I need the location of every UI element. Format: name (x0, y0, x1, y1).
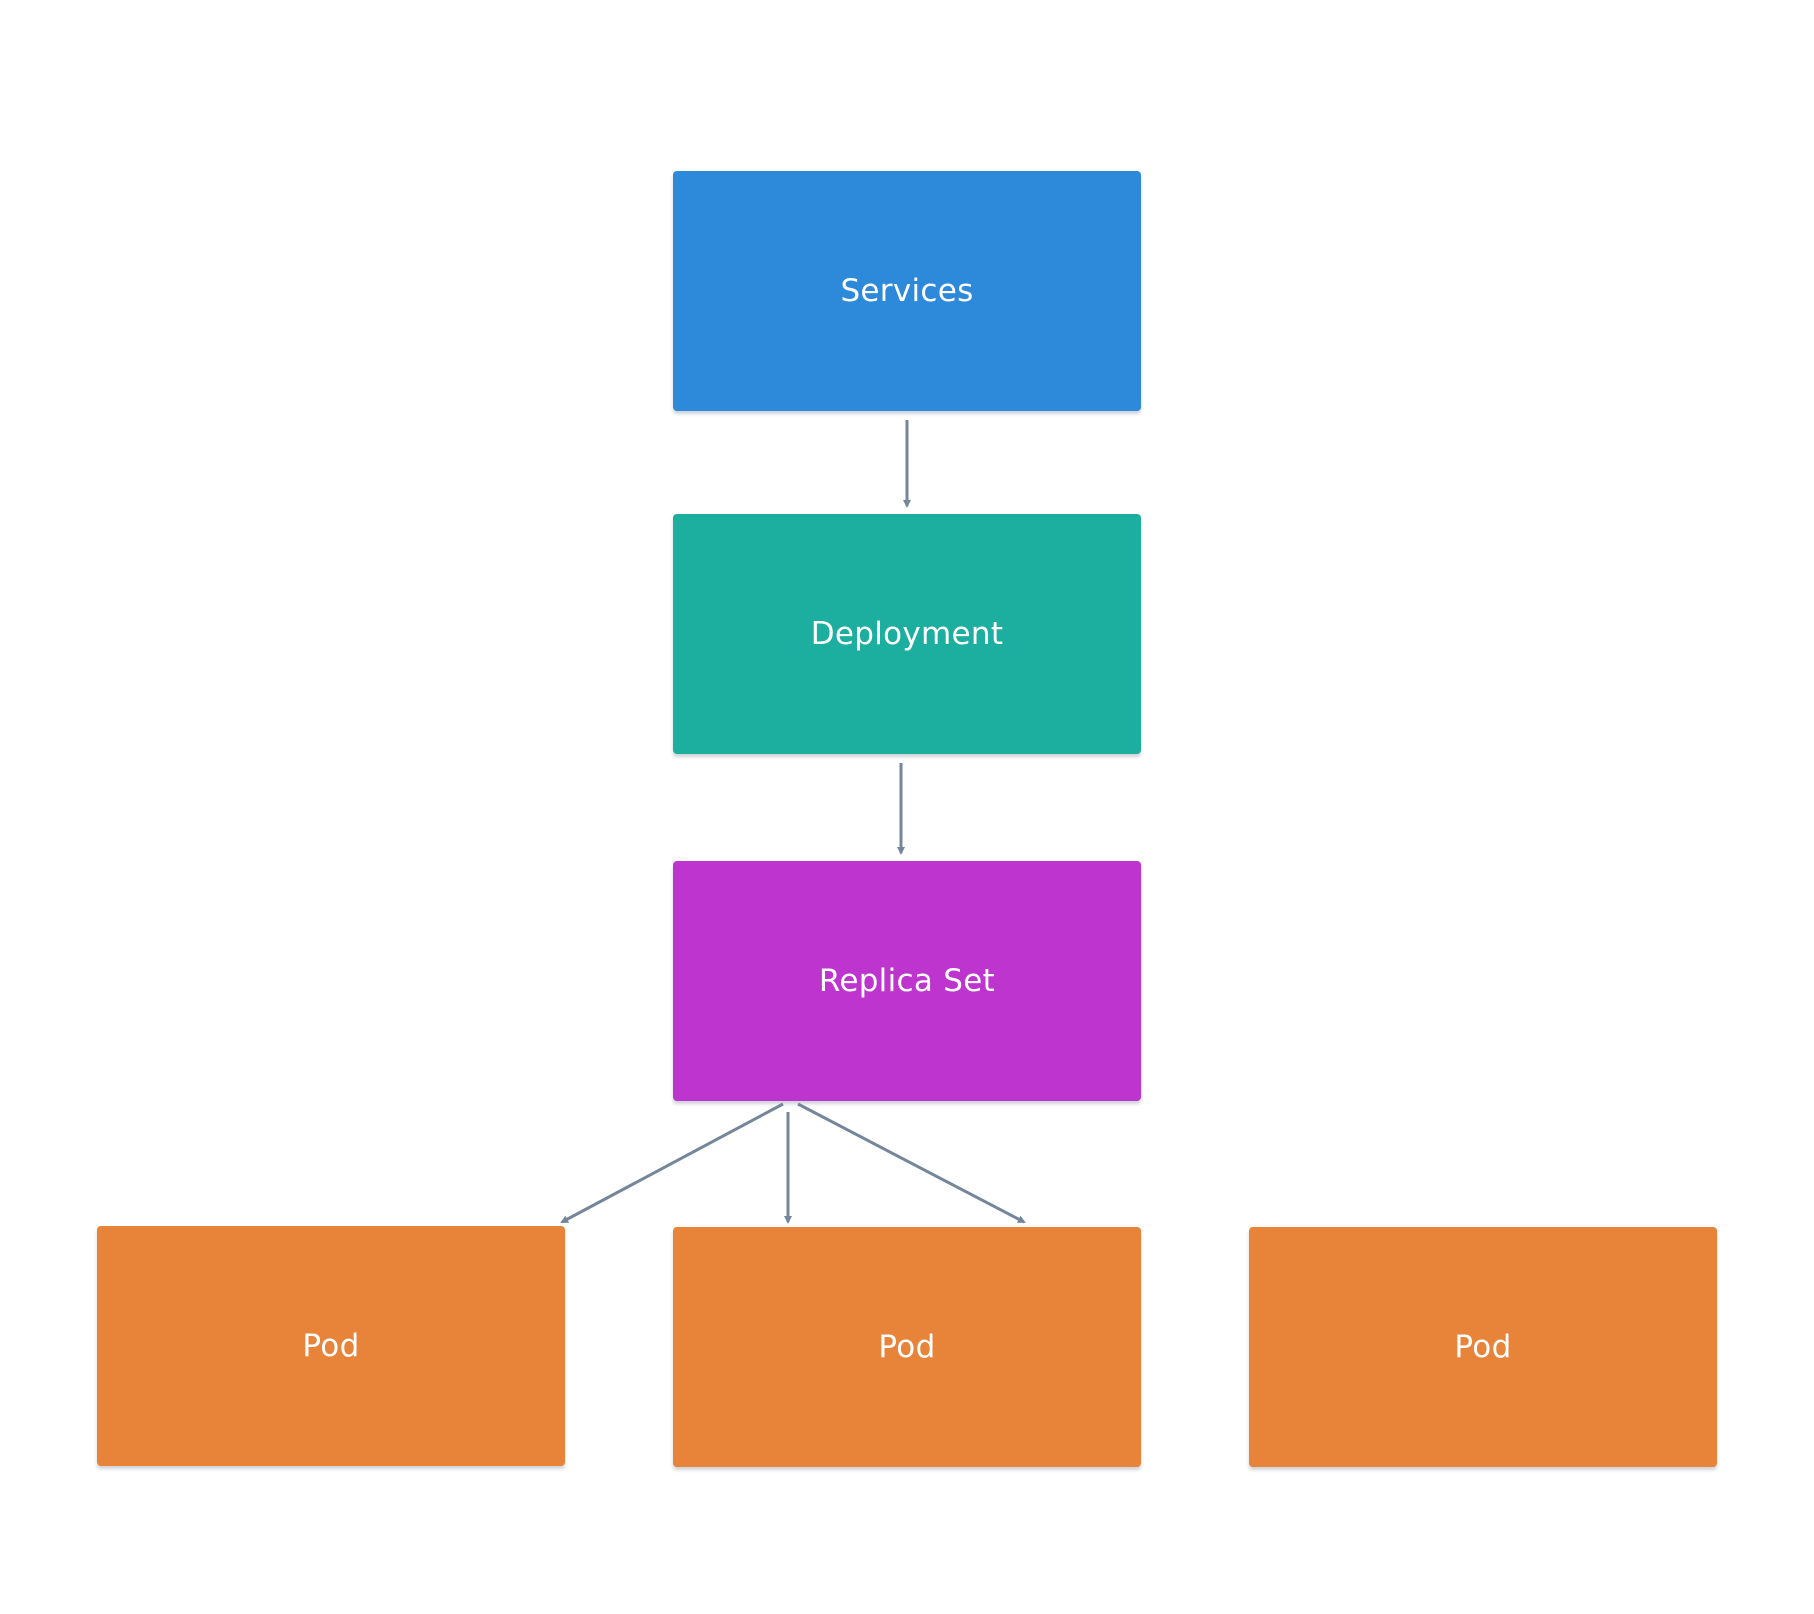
node-pod-2[interactable]: Pod (673, 1227, 1141, 1467)
node-label: Deployment (810, 616, 1004, 652)
node-label: Pod (1454, 1329, 1512, 1365)
node-services[interactable]: Services (673, 171, 1141, 411)
node-deployment[interactable]: Deployment (673, 514, 1141, 754)
node-label: Services (840, 273, 974, 309)
node-replica-set[interactable]: Replica Set (673, 861, 1141, 1101)
node-pod-1[interactable]: Pod (97, 1226, 565, 1466)
node-label: Pod (302, 1328, 360, 1364)
edge-replicaset-pod1 (560, 1102, 784, 1224)
diagram-canvas: Services Deployment Replica Set Pod Pod … (0, 0, 1814, 1614)
node-pod-3[interactable]: Pod (1249, 1227, 1717, 1467)
node-label: Replica Set (818, 963, 996, 999)
edge-replicaset-pod3 (797, 1102, 1026, 1224)
node-label: Pod (878, 1329, 936, 1365)
